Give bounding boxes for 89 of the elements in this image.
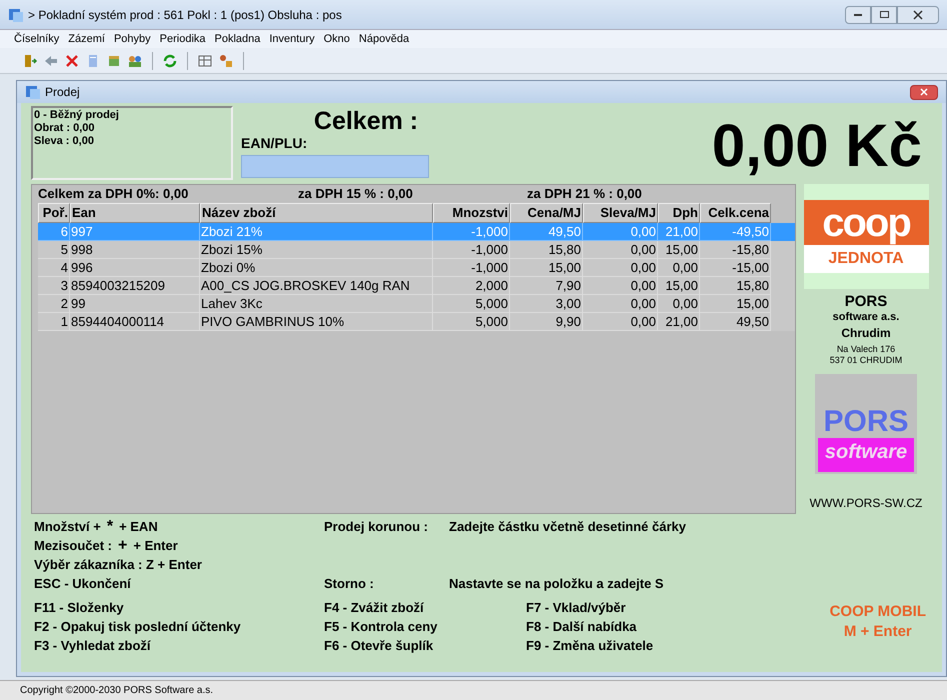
function-key-text: F5 - Kontrola ceny [324, 618, 438, 636]
window-title: > Pokladní systém prod : 561 Pokl : 1 (pos1) Obsluha : pos [28, 6, 342, 24]
table-row[interactable]: 5 998 Zbozi 15% -1,000 15,80 0,00 15,00 -15,80 [38, 241, 795, 259]
menu-item[interactable]: Okno [324, 30, 350, 48]
vat-total: za DPH 21 % : 0,00 [527, 185, 643, 204]
info-text: 0 - Běžný prodej [34, 109, 120, 122]
table-cell: 21,00 [658, 313, 700, 331]
function-key-text: F2 - Opakuj tisk poslední účtenky [34, 618, 242, 636]
website-link[interactable]: WWW.PORS-SW.CZ [810, 494, 922, 512]
column-header[interactable]: Ean [70, 203, 200, 223]
child-window-title: Prodej [45, 84, 80, 101]
coop-mobil-text: M + Enter [844, 622, 912, 642]
total-amount: 0,00 Kč [712, 114, 922, 181]
menu-item[interactable]: Pohyby [114, 30, 151, 48]
total-label: Celkem : [314, 107, 418, 135]
company-name: PORS [844, 293, 888, 310]
close-button[interactable] [897, 6, 939, 24]
exit-door-icon[interactable] [22, 52, 38, 68]
delete-icon[interactable] [64, 52, 80, 68]
key-symbol: * [106, 517, 114, 536]
table-row[interactable]: 1 8594404000114 PIVO GAMBRINUS 10% 5,000 9,90 0,00 21,00 49,50 [38, 313, 795, 331]
shortcut-text: Mezisoučet : [34, 537, 112, 555]
pors-logo-title: PORS [823, 406, 909, 438]
table-row[interactable]: 2 99 Lahev 3Kc 5,000 3,00 0,00 0,00 15,00 [38, 295, 795, 313]
table-cell: 9,90 [510, 313, 583, 331]
menu-item[interactable]: Inventury [269, 30, 315, 48]
table-cell: 49,50 [700, 313, 771, 331]
hint-text: Nastavte se na položku a zadejte S [449, 575, 664, 593]
ean-label: EAN/PLU: [241, 135, 308, 151]
info-text: Obrat : 0,00 [34, 122, 96, 135]
close-icon [913, 10, 923, 20]
key-symbol: + [118, 536, 128, 555]
jednota-text: JEDNOTA [828, 249, 904, 269]
hint-text: Zadejte částku včetně desetinné čárky [449, 518, 686, 536]
coop-mobil-text: COOP MOBIL [830, 602, 926, 622]
column-header[interactable]: Mnozstvi [433, 203, 510, 223]
company-city: Chrudim [841, 325, 891, 342]
function-key-text: F11 - Složenky [34, 599, 125, 617]
hint-label: Prodej korunou : [324, 518, 429, 536]
address-line: Na Valech 176 [836, 344, 896, 355]
column-header[interactable]: Celk.cena [700, 203, 771, 223]
function-key-text: F3 - Vyhledat zboží [34, 637, 152, 655]
ean-input-field[interactable] [241, 155, 429, 178]
vat-total: za DPH 15 % : 0,00 [298, 185, 414, 204]
column-header[interactable]: Dph [658, 203, 700, 223]
minimize-button[interactable] [845, 6, 871, 24]
function-key-text: F7 - Vklad/výběr [526, 599, 627, 617]
table-icon[interactable] [197, 52, 213, 68]
address-line: 537 01 CHRUDIM [830, 355, 902, 366]
maximize-icon [880, 11, 888, 18]
company-type: software a.s. [832, 310, 900, 324]
shortcut-text: Množství + [34, 518, 101, 536]
function-key-text: F9 - Změna uživatele [526, 637, 654, 655]
maximize-button[interactable] [871, 6, 897, 24]
menu-item[interactable]: Pokladna [214, 30, 260, 48]
close-icon [920, 88, 928, 96]
function-key-text: F6 - Otevře šuplík [324, 637, 434, 655]
shortcut-text: ESC - Ukončení [34, 575, 131, 593]
table-row[interactable]: 3 8594003215209 A00_CS JOG.BROSKEV 140g RAN 2,000 7,90 0,00 15,00 15,80 [38, 277, 795, 295]
app-icon [25, 84, 41, 100]
function-key-text: F4 - Zvážit zboží [324, 599, 425, 617]
menu-item[interactable]: Zázemí [68, 30, 105, 48]
copyright-text: Copyright ©2000-2030 PORS Software a.s. [20, 684, 214, 698]
vat-total: Celkem za DPH 0%: 0,00 [38, 185, 190, 204]
close-button[interactable] [910, 84, 938, 100]
table-cell: 8594404000114 [70, 313, 200, 331]
shortcut-text: + Enter [133, 537, 178, 555]
column-header[interactable]: Název zboží [200, 203, 433, 223]
table-cell: 0,00 [583, 313, 658, 331]
column-header[interactable]: Poř. [38, 203, 70, 223]
app-icon [8, 6, 24, 22]
table-cell: 5,000 [433, 313, 510, 331]
function-key-text: F8 - Další nabídka [526, 618, 638, 636]
table-cell: PIVO GAMBRINUS 10% [200, 313, 433, 331]
refresh-icon[interactable] [162, 52, 178, 68]
menu-item[interactable]: Číselníky [14, 30, 60, 48]
shortcut-text: + EAN [119, 518, 158, 536]
menu-item[interactable]: Nápověda [358, 30, 410, 48]
minimize-icon [854, 14, 862, 16]
column-header[interactable]: Cena/MJ [510, 203, 583, 223]
pors-logo-subtitle: software [818, 438, 914, 472]
info-text: Sleva : 0,00 [34, 135, 95, 148]
column-header[interactable]: Sleva/MJ [583, 203, 658, 223]
coop-logo-text: coop [822, 202, 910, 242]
table-row[interactable]: 4 996 Zbozi 0% -1,000 15,00 0,00 0,00 -15,00 [38, 259, 795, 277]
menu-item[interactable]: Periodika [160, 30, 206, 48]
hint-label: Storno : [324, 575, 375, 593]
shortcut-text: Výběr zákazníka : Z + Enter [34, 556, 202, 574]
table-cell: 1 [38, 313, 70, 331]
